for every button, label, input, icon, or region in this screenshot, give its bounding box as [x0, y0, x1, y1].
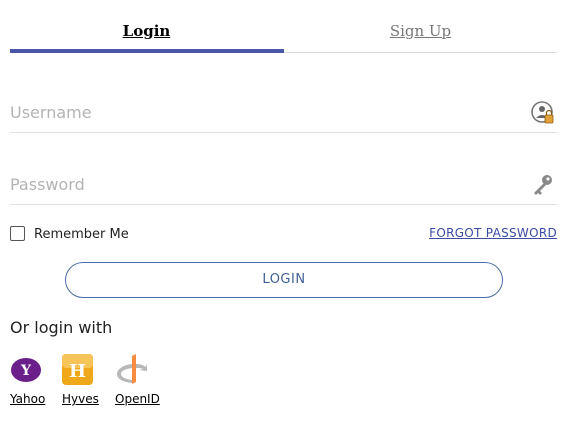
user-lock-icon — [531, 101, 555, 125]
openid-login-button[interactable]: OpenID — [115, 354, 167, 410]
remember-me-label: Remember Me — [34, 227, 129, 242]
password-field-group — [10, 167, 557, 207]
yahoo-icon: Y — [10, 354, 42, 386]
openid-icon — [115, 354, 147, 386]
social-login-heading: Or login with — [10, 318, 113, 337]
openid-label: OpenID — [115, 392, 160, 406]
tab-login[interactable]: Login — [10, 18, 283, 48]
key-icon — [531, 173, 555, 197]
password-input[interactable] — [10, 167, 510, 201]
tab-signup[interactable]: Sign Up — [284, 18, 557, 48]
login-button[interactable]: LOGIN — [65, 262, 503, 298]
forgot-password-link[interactable]: FORGOT PASSWORD — [429, 226, 557, 240]
hyves-login-button[interactable]: H Hyves — [62, 354, 114, 410]
username-field-group — [10, 95, 557, 135]
hyves-icon: H — [62, 354, 94, 386]
auth-tabs: Login Sign Up — [10, 18, 557, 54]
yahoo-label: Yahoo — [10, 392, 46, 406]
yahoo-login-button[interactable]: Y Yahoo — [10, 354, 62, 410]
hyves-label: Hyves — [62, 392, 99, 406]
svg-text:Y: Y — [20, 363, 32, 379]
remember-me-checkbox[interactable] — [10, 226, 25, 241]
password-underline — [10, 204, 557, 205]
active-tab-indicator — [10, 49, 284, 53]
username-input[interactable] — [10, 95, 510, 129]
svg-text:H: H — [69, 361, 86, 382]
username-underline — [10, 132, 557, 133]
